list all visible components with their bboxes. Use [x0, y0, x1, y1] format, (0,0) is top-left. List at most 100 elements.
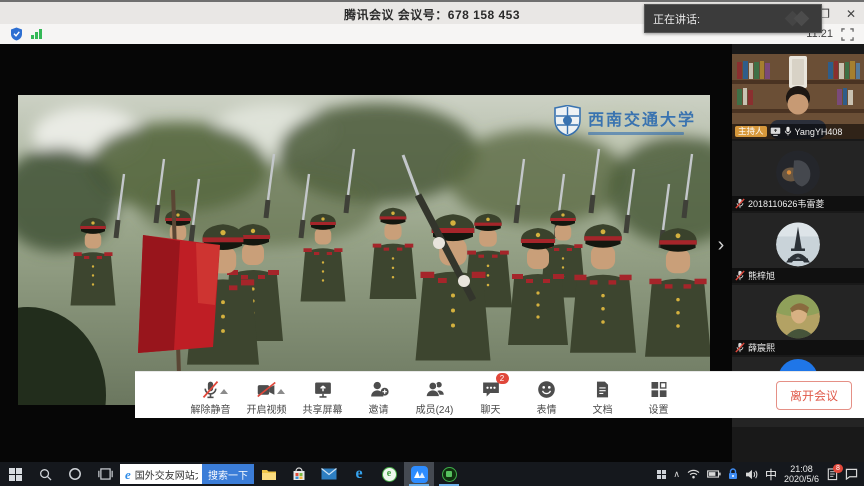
participant-namebar: 主持人 YangYH408: [732, 124, 864, 139]
mic-muted-icon: [735, 270, 745, 281]
participant-namebar: 薛宸熙: [732, 340, 864, 355]
button-label: 设置: [649, 401, 669, 416]
chat-badge: 2: [496, 373, 509, 384]
tencent-meeting-icon: [411, 466, 428, 483]
file-explorer-button[interactable]: [254, 462, 284, 486]
participant-namebar: 2018110626韦雷菱: [732, 196, 864, 211]
participant-tile[interactable]: 2018110626韦雷菱: [732, 141, 864, 211]
store-bag-icon: [292, 467, 306, 481]
participant-tile[interactable]: 薛宸熙: [732, 285, 864, 355]
participant-tile[interactable]: 熊梓旭: [732, 213, 864, 283]
action-center-button[interactable]: [845, 468, 858, 480]
participant-name: 熊梓旭: [748, 269, 775, 282]
invite-person-icon: [368, 379, 390, 400]
mic-muted-icon: [735, 198, 745, 209]
task-view-icon: [98, 468, 113, 480]
edge-button[interactable]: e: [344, 462, 374, 486]
button-label: 开启视频: [247, 401, 287, 416]
mic-muted-icon: [200, 379, 221, 400]
hidden-icons-chevron[interactable]: ∧: [673, 469, 680, 480]
participant-tile-host[interactable]: 主持人 YangYH408: [732, 54, 864, 139]
notifications-button[interactable]: 8: [826, 468, 838, 481]
participant-name: 2018110626韦雷菱: [748, 197, 824, 210]
windows-logo-icon: [9, 468, 22, 481]
ime-language-indicator[interactable]: 中: [765, 466, 777, 483]
taskbar-clock[interactable]: 21:08 2020/5/6: [784, 464, 819, 484]
chevron-right-icon: ›: [718, 234, 725, 257]
green-app-taskbar-button[interactable]: [434, 462, 464, 486]
button-label: 聊天: [481, 401, 501, 416]
cortana-icon: [68, 467, 82, 481]
invite-button[interactable]: 邀请: [355, 374, 402, 416]
security-lock-icon[interactable]: [728, 468, 738, 480]
tencent-logo-watermark-icon: [783, 10, 813, 28]
tencent-meeting-taskbar-button[interactable]: [404, 462, 434, 486]
taskbar-search-button[interactable]: [30, 462, 60, 486]
close-window-icon[interactable]: ✕: [846, 4, 856, 24]
leave-meeting-button[interactable]: 离开会议: [776, 381, 852, 410]
university-watermark: 西南交通大学: [554, 105, 696, 136]
settings-button[interactable]: 设置: [635, 374, 682, 416]
sidebar-collapse-button[interactable]: ›: [710, 230, 732, 260]
members-icon: [424, 379, 446, 400]
participant-name: 薛宸熙: [748, 341, 775, 354]
university-name-en-bar: [588, 132, 684, 135]
button-label: 文档: [593, 401, 613, 416]
fullscreen-icon[interactable]: [841, 28, 854, 41]
edge-icon: e: [355, 466, 362, 482]
emoji-button[interactable]: 表情: [523, 374, 570, 416]
task-view-button[interactable]: [90, 462, 120, 486]
unmute-button[interactable]: 解除静音: [187, 374, 234, 416]
avatar: [776, 294, 820, 338]
participant-namebar: 熊梓旭: [732, 268, 864, 283]
battery-icon[interactable]: [707, 470, 721, 478]
search-box-text: 国外交友网站大全: [135, 467, 198, 482]
taskbar-search-box[interactable]: e 国外交友网站大全 搜索一下: [120, 464, 254, 484]
search-icon: [39, 468, 52, 481]
button-label: 表情: [537, 401, 557, 416]
mic-muted-icon: [735, 342, 745, 353]
docs-button[interactable]: 文档: [579, 374, 626, 416]
button-label: 解除静音: [191, 401, 231, 416]
ime-grid-icon[interactable]: [657, 470, 666, 479]
green-browser-button[interactable]: e: [374, 462, 404, 486]
now-speaking-label: 正在讲话:: [653, 11, 700, 27]
ms-store-button[interactable]: [284, 462, 314, 486]
university-name: 西南交通大学: [588, 106, 696, 130]
security-shield-icon[interactable]: [10, 27, 23, 41]
share-screen-button[interactable]: 共享屏幕: [299, 374, 346, 416]
members-button[interactable]: 成员(24): [411, 374, 458, 416]
honor-guard-scene: [18, 95, 710, 405]
share-screen-icon: [312, 379, 334, 400]
mail-button[interactable]: [314, 462, 344, 486]
meeting-toolbar: 解除静音 开启视频: [135, 371, 864, 418]
clock-date: 2020/5/6: [784, 474, 819, 484]
windows-taskbar: e 国外交友网站大全 搜索一下 e: [0, 462, 864, 486]
tencent-meeting-window: 腾讯会议 会议号：678 158 453 ❐ ✕ 11:21 正在讲话:: [0, 0, 864, 486]
system-tray: ∧: [657, 464, 864, 484]
start-video-button[interactable]: 开启视频: [243, 374, 290, 416]
start-button[interactable]: [0, 462, 30, 486]
search-submit-button[interactable]: 搜索一下: [202, 464, 254, 484]
mail-envelope-icon: [321, 468, 337, 480]
green-e-icon: e: [382, 467, 397, 482]
network-signal-icon[interactable]: [31, 29, 42, 39]
button-label: 邀请: [369, 401, 389, 416]
now-speaking-popup: 正在讲话:: [644, 4, 822, 33]
shared-video[interactable]: 西南交通大学: [18, 95, 710, 405]
meeting-title: 腾讯会议 会议号：678 158 453: [344, 6, 520, 23]
button-label: 共享屏幕: [303, 401, 343, 416]
settings-grid-icon: [649, 379, 669, 400]
wifi-icon[interactable]: [687, 469, 700, 479]
chat-button[interactable]: 2 聊天: [467, 374, 514, 416]
cortana-button[interactable]: [60, 462, 90, 486]
camera-off-icon: [255, 379, 278, 400]
avatar: [776, 150, 820, 194]
mic-options-caret[interactable]: [220, 389, 228, 394]
mic-on-icon: [784, 126, 792, 137]
clock-time: 21:08: [784, 464, 819, 474]
button-label: 成员(24): [416, 401, 454, 416]
screen-share-status-icon: [770, 127, 781, 136]
speaker-icon[interactable]: [745, 469, 758, 480]
video-options-caret[interactable]: [277, 389, 285, 394]
